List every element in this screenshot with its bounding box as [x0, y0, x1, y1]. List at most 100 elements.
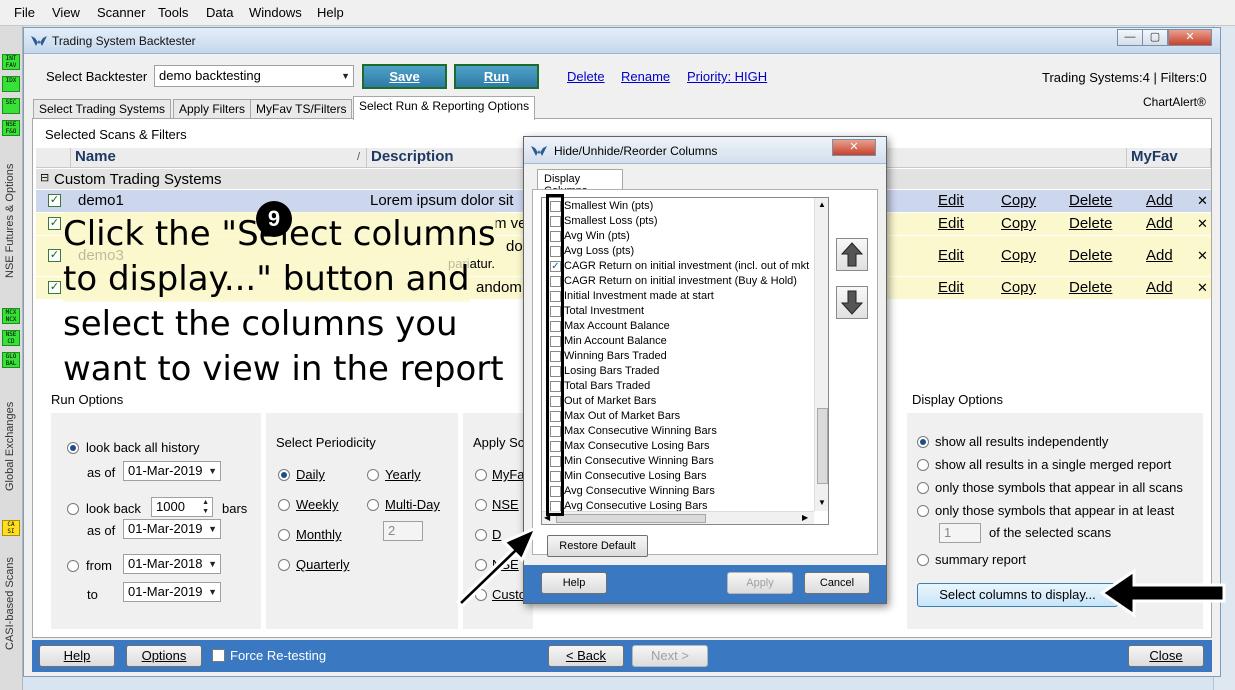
menu-view[interactable]: View	[52, 5, 80, 20]
bars-spinner[interactable]: 1000 ▲ ▼	[151, 497, 213, 517]
display-opt-2-radio[interactable]	[917, 459, 929, 471]
column-item-label[interactable]: Avg Consecutive Winning Bars	[564, 484, 715, 499]
menu-file[interactable]: File	[14, 5, 35, 20]
delete-row-link[interactable]: Delete	[1069, 247, 1112, 264]
column-item-label[interactable]: Smallest Loss (pts)	[564, 214, 658, 229]
column-item-label[interactable]: Max Consecutive Winning Bars	[564, 424, 717, 439]
summary-report-radio[interactable]	[917, 554, 929, 566]
delete-row-link[interactable]: Delete	[1069, 215, 1112, 232]
rename-link[interactable]: Rename	[621, 69, 670, 84]
column-item-label[interactable]: Min Consecutive Losing Bars	[564, 469, 706, 484]
delete-link[interactable]: Delete	[567, 69, 605, 84]
column-item-label[interactable]: Max Account Balance	[564, 319, 670, 334]
apply-scans-radio-1[interactable]	[475, 469, 487, 481]
window-close-button[interactable]: ✕	[1168, 29, 1212, 46]
row-checkbox[interactable]: ✓	[48, 249, 61, 262]
column-item-label[interactable]: Min Account Balance	[564, 334, 667, 349]
scrollbar-thumb[interactable]	[817, 408, 828, 484]
copy-link[interactable]: Copy	[1001, 279, 1036, 296]
maximize-button[interactable]: ▢	[1142, 29, 1168, 46]
options-button[interactable]: Options	[126, 645, 202, 667]
select-columns-button[interactable]: Select columns to display...	[917, 583, 1118, 607]
scan-count-spinner[interactable]: 1	[939, 523, 981, 543]
as-of-date-picker[interactable]: 01-Mar-2019 ▼	[123, 461, 221, 481]
tab-myfav[interactable]: MyFav TS/Filters	[250, 99, 353, 119]
sidebar-badge-sec[interactable]: SEC	[2, 98, 20, 114]
column-item-label[interactable]: Initial Investment made at start	[564, 289, 714, 304]
menu-windows[interactable]: Windows	[249, 5, 302, 20]
tab-run-reporting-options[interactable]: Select Run & Reporting Options	[353, 96, 536, 120]
multiday-spinner[interactable]: 2	[383, 521, 423, 541]
menu-data[interactable]: Data	[206, 5, 233, 20]
sidebar-badge-intfav[interactable]: INT FAV	[2, 54, 20, 70]
column-item-label[interactable]: Min Consecutive Winning Bars	[564, 454, 714, 469]
hscrollbar-thumb[interactable]	[556, 514, 706, 523]
sidebar-badge-mcx[interactable]: MCX NCX	[2, 308, 20, 324]
menu-help[interactable]: Help	[317, 5, 344, 20]
backtester-select[interactable]: demo backtesting ▼	[154, 65, 354, 87]
sidebar-label-casi-scans[interactable]: CASI-based Scans	[4, 540, 16, 650]
monthly-radio[interactable]	[278, 529, 290, 541]
next-button[interactable]: Next >	[632, 645, 708, 667]
add-myfav-link[interactable]: Add	[1146, 279, 1173, 296]
priority-link[interactable]: Priority: HIGH	[687, 69, 767, 84]
multiday-radio[interactable]	[367, 499, 379, 511]
edit-link[interactable]: Edit	[938, 215, 964, 232]
column-item-label[interactable]: Winning Bars Traded	[564, 349, 667, 364]
column-item-label[interactable]: Avg Win (pts)	[564, 229, 630, 244]
dialog-close-button[interactable]: ✕	[832, 139, 876, 156]
yearly-radio[interactable]	[367, 469, 379, 481]
edit-link[interactable]: Edit	[938, 192, 964, 209]
copy-link[interactable]: Copy	[1001, 215, 1036, 232]
horizontal-scrollbar[interactable]: ◀ ▶	[542, 511, 814, 524]
collapse-icon[interactable]: ⊟	[40, 171, 49, 184]
row-checkbox[interactable]: ✓	[48, 217, 61, 230]
column-item-label[interactable]: Avg Loss (pts)	[564, 244, 634, 259]
display-opt-3-radio[interactable]	[917, 482, 929, 494]
row-checkbox[interactable]: ✓	[48, 194, 61, 207]
apply-button[interactable]: Apply	[727, 572, 793, 594]
sidebar-badge-casi[interactable]: CA SI	[2, 520, 20, 536]
scroll-right-icon[interactable]: ▶	[802, 513, 808, 522]
add-myfav-link[interactable]: Add	[1146, 192, 1173, 209]
sidebar-badge-nse-fo[interactable]: NSE F&O	[2, 120, 20, 136]
sidebar-badge-global[interactable]: GLO BAL	[2, 352, 20, 368]
tab-select-trading-systems[interactable]: Select Trading Systems	[33, 99, 172, 119]
column-item-label[interactable]: Total Investment	[564, 304, 644, 319]
column-item-label[interactable]: Out of Market Bars	[564, 394, 656, 409]
column-item-label[interactable]: CAGR Return on initial investment (incl.…	[564, 259, 809, 274]
lookback-bars-radio[interactable]	[67, 503, 79, 515]
edit-link[interactable]: Edit	[938, 247, 964, 264]
column-item-label[interactable]: Max Out of Market Bars	[564, 409, 680, 424]
display-opt-1-radio[interactable]	[917, 436, 929, 448]
from-to-radio[interactable]	[67, 560, 79, 572]
sidebar-label-nse-futures[interactable]: NSE Futures & Options	[4, 138, 16, 278]
add-myfav-link[interactable]: Add	[1146, 247, 1173, 264]
delete-row-link[interactable]: Delete	[1069, 192, 1112, 209]
help-button[interactable]: Help	[39, 645, 115, 667]
back-button[interactable]: < Back	[548, 645, 624, 667]
edit-link[interactable]: Edit	[938, 279, 964, 296]
tab-display-columns[interactable]: Display Columns	[537, 169, 623, 197]
tab-apply-filters[interactable]: Apply Filters	[173, 99, 252, 119]
move-up-button[interactable]	[836, 238, 868, 271]
vertical-scrollbar[interactable]: ▲ ▼	[814, 198, 828, 511]
copy-link[interactable]: Copy	[1001, 247, 1036, 264]
minimize-button[interactable]: —	[1117, 29, 1143, 46]
menu-scanner[interactable]: Scanner	[97, 5, 145, 20]
menu-tools[interactable]: Tools	[158, 5, 188, 20]
copy-link[interactable]: Copy	[1001, 192, 1036, 209]
sidebar-label-global-exchanges[interactable]: Global Exchanges	[4, 371, 16, 491]
add-myfav-link[interactable]: Add	[1146, 215, 1173, 232]
column-item-label[interactable]: Smallest Win (pts)	[564, 199, 653, 214]
scroll-down-icon[interactable]: ▼	[818, 498, 826, 507]
column-item-label[interactable]: Total Bars Traded	[564, 379, 650, 394]
delete-row-link[interactable]: Delete	[1069, 279, 1112, 296]
apply-scans-radio-2[interactable]	[475, 499, 487, 511]
restore-default-button[interactable]: Restore Default	[547, 535, 648, 557]
row-checkbox[interactable]: ✓	[48, 281, 61, 294]
quarterly-radio[interactable]	[278, 559, 290, 571]
weekly-radio[interactable]	[278, 499, 290, 511]
move-down-button[interactable]	[836, 286, 868, 319]
column-item-label[interactable]: CAGR Return on initial investment (Buy &…	[564, 274, 797, 289]
